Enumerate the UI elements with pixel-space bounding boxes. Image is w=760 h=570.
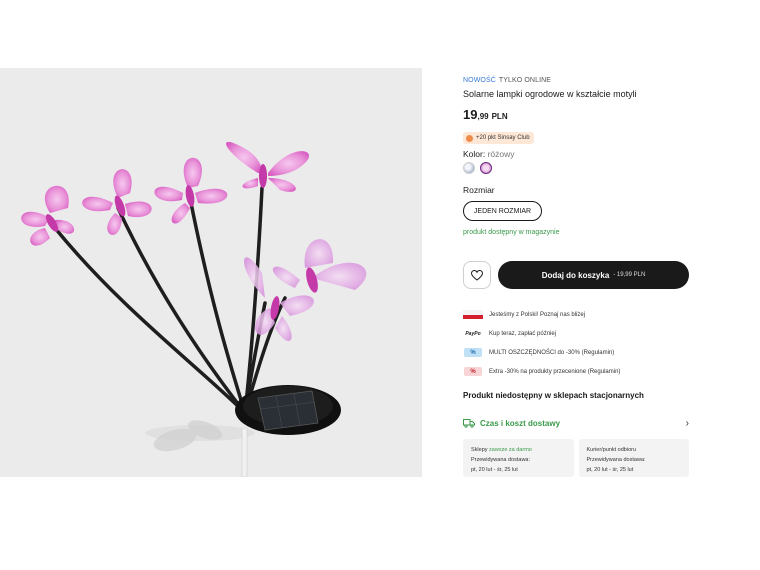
perk-paypo[interactable]: PayPo Kup teraz, zapłać później: [463, 324, 693, 343]
color-swatch-white[interactable]: [463, 162, 475, 174]
club-points-badge: +20 pkt Sinsay Club: [463, 132, 534, 144]
perk-text: Extra -30% na produkty przecenione (Regu…: [489, 368, 621, 375]
color-value: różowy: [487, 149, 515, 159]
truck-icon: [463, 419, 475, 428]
price-currency: PLN: [491, 112, 508, 121]
product-title: Solarne lampki ogrodowe w kształcie moty…: [463, 89, 637, 99]
red-tag-icon: %: [464, 367, 482, 376]
perk-text: Jesteśmy z Polski! Poznaj nas bliżej: [489, 311, 586, 318]
poland-flag-icon: [463, 310, 483, 319]
perk-polish-brand[interactable]: Jesteśmy z Polski! Poznaj nas bliżej: [463, 305, 693, 324]
store-availability-heading: Produkt niedostępny w sklepach stacjonar…: [463, 391, 644, 400]
heart-icon: [471, 269, 483, 281]
perk-text: MULTI OSZCZĘDNOŚCI do -30% (Regulamin): [489, 349, 615, 356]
perk-extra-discount[interactable]: % Extra -30% na produkty przecenione (Re…: [463, 362, 693, 381]
size-label: Rozmiar: [463, 185, 495, 195]
option-eta: pt, 20 lut - śr, 25 lut: [471, 467, 518, 473]
tag-new: NOWOŚĆ: [463, 77, 496, 84]
size-option-button[interactable]: JEDEN ROZMIAR: [463, 201, 542, 221]
option-eta: pt, 20 lut - śr, 25 lut: [586, 467, 634, 473]
option-name: Sklepy: [471, 447, 488, 453]
blue-tag-icon: %: [464, 348, 482, 357]
delivery-info-toggle[interactable]: Czas i koszt dostawy ›: [463, 416, 689, 430]
option-note: zawsze za darmo: [489, 447, 532, 453]
color-swatch-pink-selected[interactable]: [480, 162, 492, 174]
color-swatches: [463, 162, 492, 174]
price-decimal: ,99: [477, 112, 489, 121]
product-price: 19,99 PLN: [463, 106, 508, 124]
option-name: Kurier/punkt odbioru: [586, 447, 637, 453]
option-eta-label: Przewidywana dostawa:: [586, 457, 646, 463]
delivery-option-store: Sklepy zawsze za darmo Przewidywana dost…: [463, 439, 574, 477]
color-label-text: Kolor:: [463, 149, 486, 159]
add-to-cart-button[interactable]: Dodaj do koszyka - 19,99 PLN: [498, 261, 689, 289]
add-to-cart-price: - 19,99 PLN: [613, 272, 646, 278]
add-to-favorites-button[interactable]: [463, 261, 491, 289]
delivery-option-courier: Kurier/punkt odbioru Przewidywana dostaw…: [578, 439, 689, 477]
product-tags: NOWOŚĆ TYLKO ONLINE: [463, 77, 551, 84]
tag-online-only: TYLKO ONLINE: [498, 77, 552, 84]
paypo-logo: PayPo: [465, 330, 481, 337]
butterfly-lamp-illustration: [21, 141, 367, 477]
stock-status: produkt dostępny w magazynie: [463, 229, 560, 236]
product-image[interactable]: [0, 68, 422, 477]
color-label: Kolor: różowy: [463, 149, 515, 159]
option-eta-label: Przewidywana dostawa:: [471, 457, 531, 463]
club-icon: [466, 134, 473, 142]
price-integer: 19: [463, 107, 478, 122]
perks-list: Jesteśmy z Polski! Poznaj nas bliżej Pay…: [463, 305, 693, 381]
perk-text: Kup teraz, zapłać później: [489, 330, 557, 337]
chevron-right-icon: ›: [685, 417, 689, 429]
delivery-options: Sklepy zawsze za darmo Przewidywana dost…: [463, 439, 689, 477]
add-to-cart-label: Dodaj do koszyka: [541, 270, 610, 280]
delivery-label: Czas i koszt dostawy: [480, 418, 561, 428]
club-badge-text: +20 pkt Sinsay Club: [476, 135, 530, 141]
perk-multi-savings[interactable]: % MULTI OSZCZĘDNOŚCI do -30% (Regulamin): [463, 343, 693, 362]
